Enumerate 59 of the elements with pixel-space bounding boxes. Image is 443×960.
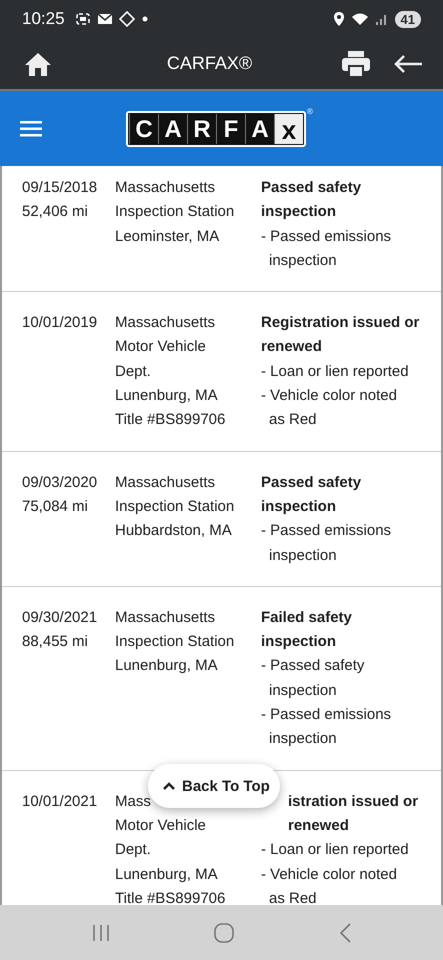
signal-icon [374,12,389,26]
screenshot-icon [74,11,91,27]
recent-apps-icon[interactable] [91,924,112,942]
record-mileage: 75,084 mi [22,496,89,517]
location-icon [332,11,345,27]
record-detail: - Loan or lien reported [261,840,410,860]
record-source: Lunenburg, MA [115,386,219,406]
registered-mark: ® [307,106,313,116]
record-source: Title #BS899706 [115,410,226,430]
record-source: Hubbardston, MA [115,521,233,542]
caret-up-icon [162,781,176,791]
back-arrow-icon[interactable] [393,54,423,74]
record-source: Lunenburg, MA [115,656,219,676]
record-detail: - Passed emissions inspection [261,226,392,271]
record-date: 09/15/2018 [22,178,98,198]
dot-icon [140,15,149,23]
record-event: Passed safety inspection [261,472,362,517]
record-event: Registration issued or renewed [261,313,420,358]
record-source: Motor Vehicle [115,337,207,358]
record-source: Motor Vehicle [115,816,207,836]
wifi-icon [350,12,369,26]
record-detail: - Passed emissions inspection [261,705,392,750]
record-source: Title #BS899706 [115,888,226,905]
record-date: 10/01/2021 [22,792,98,812]
diamond-icon [118,11,135,27]
record-detail: - Passed safety inspection [261,656,366,701]
record-detail: - Vehicle color noted as Red [261,386,398,430]
carfax-logo: C A R F A x [126,110,306,146]
back-nav-icon[interactable] [338,922,352,942]
record-mileage: 88,455 mi [22,632,89,652]
record-source: Lunenburg, MA [115,864,219,885]
mail-icon [96,12,113,26]
printer-icon[interactable] [341,50,371,78]
home-button-icon[interactable] [213,922,236,944]
record-source: Massachusetts [115,178,216,198]
record-source: Dept. [115,362,152,382]
clock-time: 10:25 [22,9,65,29]
record-source: Inspection Station [115,496,236,517]
record-event: Passed safety inspection [261,178,362,222]
record-mileage: 52,406 mi [22,202,89,222]
record-detail: - Vehicle color noted as Red [261,864,398,905]
record-detail: - Loan or lien reported [261,362,410,382]
record-source: Leominster, MA [115,226,220,247]
record-source: Inspection Station [115,202,236,222]
battery-level: 41 [394,10,421,28]
record-event: istration issued or renewed [288,792,420,836]
record-source: Dept. [115,840,152,860]
app-title: CARFAX® [166,53,254,74]
record-event: Failed safety inspection [261,608,353,652]
menu-icon[interactable] [20,120,42,136]
record-source: Massachusetts [115,472,216,493]
home-icon[interactable] [24,50,52,76]
record-date: 09/30/2021 [22,608,98,628]
record-date: 10/01/2019 [22,313,98,334]
record-source: Massachusetts [115,608,216,628]
record-source: Massachusetts [115,313,216,334]
record-detail: - Passed emissions inspection [261,521,392,566]
record-source: Inspection Station [115,632,236,652]
record-date: 09/03/2020 [22,472,98,493]
